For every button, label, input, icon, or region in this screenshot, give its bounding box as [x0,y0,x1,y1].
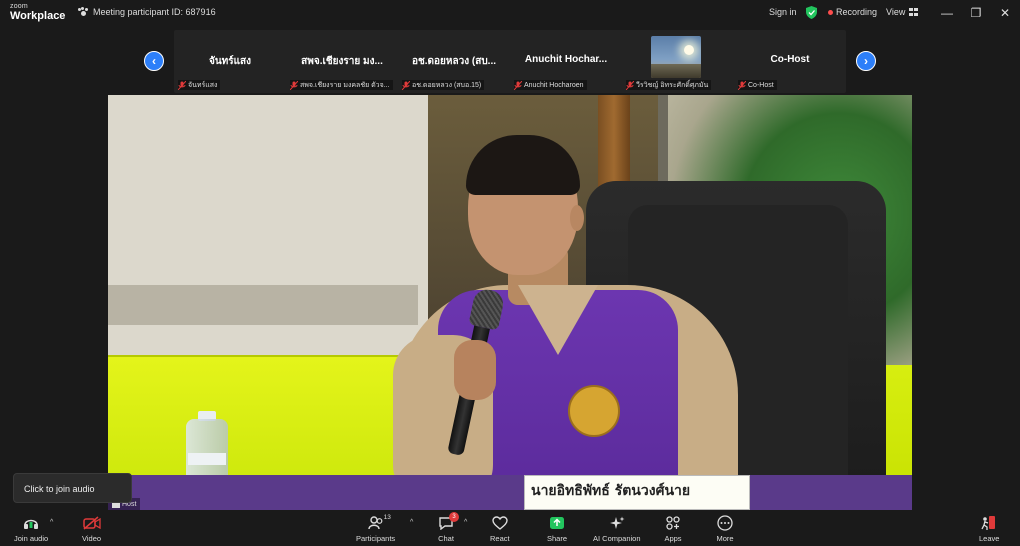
chat-button[interactable]: 3 Chat [437,512,459,543]
chat-unread-badge: 3 [449,512,459,522]
participant-label: วีรวิชญ์ อิทระศักดิ์ศุภมัน [626,80,712,90]
join-audio-tooltip: Click to join audio [13,473,132,503]
participant-label: จันทร์แสง [178,80,221,90]
sign-in-link[interactable]: Sign in [769,7,797,17]
active-speaker-video[interactable]: นายอิทธิพัทธ์ รัตนวงศ์นาย Host [108,95,912,510]
recording-label: Recording [836,7,878,17]
participant-tile[interactable]: Anuchit Hochar... Anuchit Hocharoen [510,30,622,93]
participant-name: อช.ดอยหลวง (สบ... [411,56,497,67]
mic-muted-icon [178,80,186,90]
meeting-id-text: Meeting participant ID: 687916 [93,7,216,17]
mic-muted-icon [290,80,298,90]
apps-icon [664,514,682,532]
share-screen-icon [548,514,566,532]
headphones-icon [22,514,40,532]
more-button[interactable]: More [716,514,734,543]
recording-indicator[interactable]: Recording [828,7,877,17]
meeting-toolbar: Join audio ^ Video 13 Participants ^ 3 C… [0,511,1020,546]
chat-options-caret[interactable]: ^ [464,519,467,526]
chat-icon: 3 [437,512,459,532]
participant-tile[interactable]: วีรวิชญ์ อิทระศักดิ์ศุภมัน [622,30,734,93]
vest-emblem [568,385,620,437]
participants-button[interactable]: 13 Participants [356,514,395,543]
speaker-nameplate: นายอิทธิพัทธ์ รัตนวงศ์นาย [524,475,750,510]
participant-label: Anuchit Hocharoen [514,80,587,90]
participant-tile[interactable]: Co-Host Co-Host [734,30,846,93]
mic-muted-icon [626,80,634,90]
participant-tile[interactable]: อช.ดอยหลวง (สบ... อช.ดอยหลวง (สบอ.15) [398,30,510,93]
record-dot-icon [828,9,833,15]
participant-name: จันทร์แสง [208,56,252,67]
mic-muted-icon [738,80,746,90]
minimize-button[interactable]: — [938,4,956,22]
heart-icon [491,514,509,532]
close-button[interactable]: ✕ [996,4,1014,22]
sparkle-icon [608,514,626,532]
water-bottle [186,419,228,481]
ai-companion-button[interactable]: AI Companion [593,514,641,543]
participant-strip: จันทร์แสง จันทร์แสง สพจ.เชียงราย มง... ส… [174,30,846,93]
participant-label: สพจ.เชียงราย มงคลชัย ตัวจ... [290,80,393,90]
strip-prev-button[interactable]: ‹ [144,51,164,71]
video-button[interactable]: Video [82,514,101,543]
more-dots-icon [716,514,734,532]
view-label: View [886,7,906,17]
strip-next-button[interactable]: › [856,51,876,71]
participant-name: Co-Host [770,54,810,65]
mic-muted-icon [514,80,522,90]
participant-name: สพจ.เชียงราย มง... [301,56,383,67]
video-off-icon [82,514,101,532]
participant-video-thumbnail [651,36,701,78]
paw-icon [78,7,88,17]
title-bar: zoom Workplace Meeting participant ID: 6… [0,0,1020,26]
grid-icon [909,8,919,16]
shield-check-icon[interactable] [806,6,817,19]
share-button[interactable]: Share [547,514,567,543]
brand-top: zoom [10,3,28,10]
participant-label: Co-Host [738,80,777,90]
restore-button[interactable]: ❐ [967,4,985,22]
participant-tile[interactable]: จันทร์แสง จันทร์แสง [174,30,286,93]
mic-muted-icon [402,80,410,90]
react-button[interactable]: React [490,514,510,543]
join-audio-button[interactable]: Join audio [14,514,48,543]
brand-bottom: Workplace [10,10,66,22]
meeting-info[interactable]: Meeting participant ID: 687916 [78,7,216,17]
participants-options-caret[interactable]: ^ [410,519,413,526]
app-brand: zoom Workplace [10,3,65,22]
leave-door-icon [980,514,998,532]
apps-button[interactable]: Apps [664,514,682,543]
leave-button[interactable]: Leave [979,514,999,543]
participant-name: Anuchit Hochar... [524,54,608,65]
view-menu-button[interactable]: View [886,7,919,17]
participant-tile[interactable]: สพจ.เชียงราย มง... สพจ.เชียงราย มงคลชัย … [286,30,398,93]
people-icon: 13 [367,514,391,532]
audio-options-caret[interactable]: ^ [50,519,53,526]
participant-label: อช.ดอยหลวง (สบอ.15) [402,80,485,90]
participants-count: 13 [383,514,391,521]
